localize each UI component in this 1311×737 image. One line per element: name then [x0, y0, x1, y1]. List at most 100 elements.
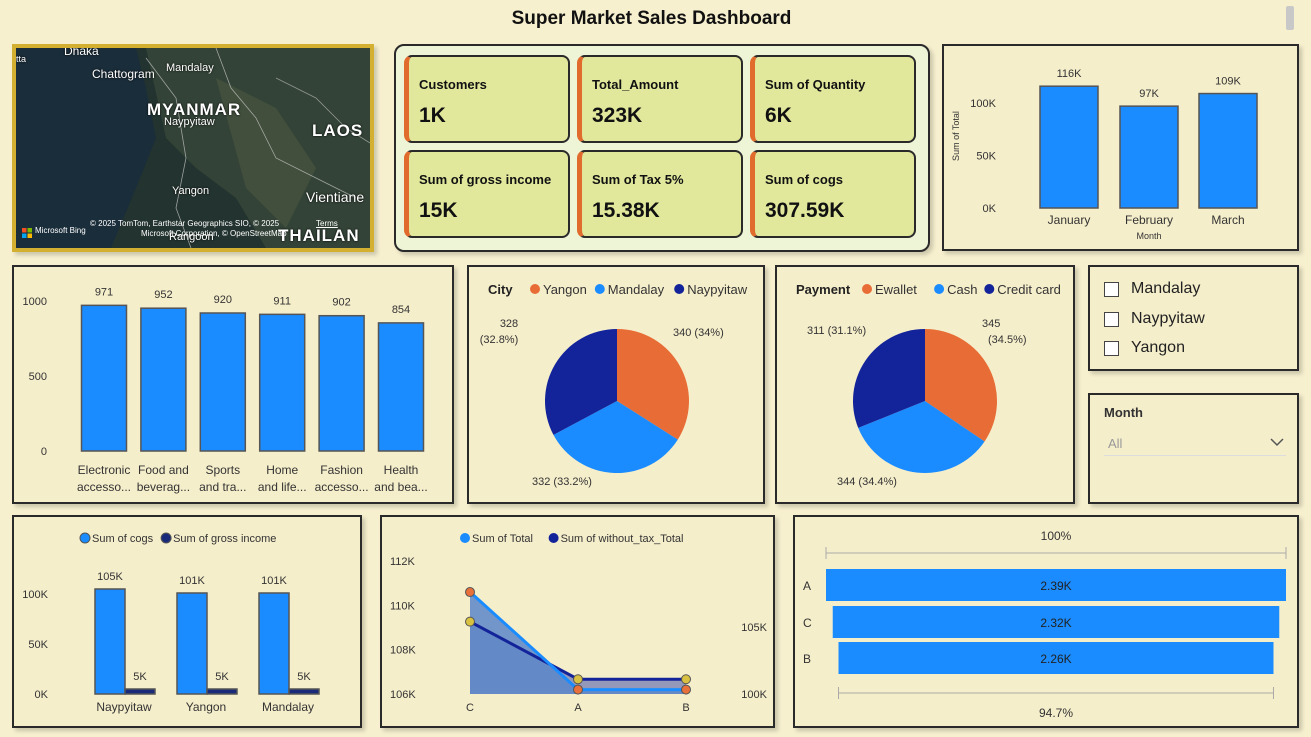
- kpi-card-panel: Customers 1K Total_Amount 323K Sum of Qu…: [394, 44, 930, 252]
- data-label: 5K: [297, 671, 311, 683]
- legend-label: Sum of without_tax_Total: [561, 533, 684, 545]
- payment-pie-chart: Payment Ewallet Cash Credit card 345 (34.5%) 3…: [796, 282, 1061, 488]
- funnel-bottom-label: 94.7%: [1039, 706, 1073, 720]
- x-tick-label: Fashion: [320, 463, 363, 477]
- data-label: 105K: [97, 571, 123, 583]
- y2-tick-label: 100K: [741, 689, 767, 701]
- legend-marker: [460, 533, 470, 543]
- month-bar-chart: 0K 50K 100K Sum of Total 116K January 97K Febru…: [951, 68, 1258, 241]
- y-axis-title: Sum of Total: [951, 111, 961, 161]
- legend-marker: [934, 284, 945, 294]
- data-label: 2.39K: [1040, 579, 1071, 593]
- microsoft-logo-icon: [22, 225, 32, 238]
- x-tick-label: Mandalay: [262, 700, 314, 714]
- data-label: 920: [214, 294, 232, 306]
- kpi-card-total-amount[interactable]: Total_Amount 323K: [577, 55, 743, 143]
- data-point: [465, 616, 475, 627]
- data-label: 97K: [1139, 88, 1159, 100]
- map-label-laos: LAOS: [312, 121, 364, 140]
- cogs-bar-chart-panel[interactable]: 0K 50K 100K Sum of cogs Sum of gross income 1…: [12, 515, 362, 728]
- x-tick-label: accesso...: [315, 480, 369, 494]
- kpi-card-quantity[interactable]: Sum of Quantity 6K: [750, 55, 916, 143]
- data-label: 911: [273, 295, 291, 307]
- map-label-mandalay: Mandalay: [166, 62, 214, 74]
- checkbox[interactable]: [1104, 340, 1119, 356]
- kpi-label: Sum of gross income: [419, 172, 552, 187]
- data-label: 101K: [261, 575, 287, 587]
- product-bar-chart-panel[interactable]: 0 500 1000 971 Electronic accesso... 952 Food a…: [12, 265, 454, 504]
- legend-marker: [79, 532, 91, 544]
- x-tick-label: Naypyitaw: [96, 700, 152, 714]
- legend-title: Payment: [796, 282, 851, 297]
- legend-marker: [862, 284, 872, 294]
- legend-label: Sum of Total: [472, 533, 533, 545]
- kpi-card-tax[interactable]: Sum of Tax 5% 15.38K: [577, 150, 743, 238]
- x-tick-label: A: [574, 702, 582, 714]
- month-bar-chart-panel[interactable]: 0K 50K 100K Sum of Total 116K January 97K Febru…: [942, 44, 1299, 251]
- legend-label: Ewallet: [875, 282, 917, 297]
- data-label: 854: [392, 304, 410, 316]
- y-tick-label: 106K: [390, 689, 416, 701]
- data-label: 101K: [179, 575, 205, 587]
- funnel-top-label: 100%: [1041, 529, 1072, 543]
- data-label: 332 (33.2%): [532, 476, 592, 488]
- x-tick-label: Yangon: [186, 700, 226, 714]
- kpi-value: 307.59K: [765, 199, 845, 222]
- checkbox[interactable]: [1104, 281, 1119, 297]
- legend-marker: [160, 532, 172, 544]
- kpi-card-gross-income[interactable]: Sum of gross income 15K: [404, 150, 570, 238]
- x-tick-label: February: [1125, 213, 1173, 227]
- payment-pie-chart-panel[interactable]: Payment Ewallet Cash Credit card 345 (34.5%) 3…: [775, 265, 1075, 504]
- bar: [94, 588, 126, 695]
- x-tick-label: Health: [384, 463, 419, 477]
- legend-marker: [984, 284, 995, 294]
- x-tick-label: Home: [266, 463, 298, 477]
- legend-label: Cash: [947, 282, 977, 297]
- legend-marker: [530, 284, 540, 294]
- map-brand: Microsoft Bing: [35, 226, 86, 235]
- legend-label: Naypyitaw: [687, 282, 748, 297]
- bar: [140, 307, 187, 452]
- bar: [80, 304, 128, 452]
- data-label: 971: [95, 286, 113, 298]
- y-tick-label: 50K: [976, 151, 996, 163]
- legend-label: Sum of cogs: [92, 533, 154, 545]
- kpi-label: Total_Amount: [592, 77, 679, 92]
- scrollbar-thumb[interactable]: [1286, 6, 1294, 30]
- data-label: 5K: [215, 671, 229, 683]
- map-visual[interactable]: Dhaka Chattogram Mandalay MYANMAR Naypyi…: [12, 44, 374, 252]
- kpi-label: Sum of Quantity: [765, 77, 866, 92]
- bar: [288, 688, 320, 695]
- kpi-card-customers[interactable]: Customers 1K: [404, 55, 570, 143]
- y-tick-label: 0: [41, 446, 47, 458]
- map-terms-link[interactable]: Terms: [316, 219, 338, 228]
- area-chart-panel[interactable]: 106K 108K 110K 112K 100K 105K Sum of Total Sum …: [380, 515, 775, 728]
- y-tick-label: 110K: [390, 600, 416, 612]
- data-label: 116K: [1057, 68, 1083, 80]
- data-point: [465, 587, 475, 598]
- map-attribution: © 2025 TomTom, Earthstar Geographics SIO…: [90, 219, 280, 228]
- kpi-label: Sum of Tax 5%: [592, 172, 684, 187]
- kpi-value: 323K: [592, 104, 643, 127]
- slicer-option-yangon[interactable]: Yangon: [1104, 339, 1185, 357]
- y-tick-label: 108K: [390, 645, 416, 657]
- legend-label: Mandalay: [608, 282, 665, 297]
- checkbox[interactable]: [1104, 311, 1119, 327]
- x-axis-title: Month: [1136, 231, 1161, 241]
- city-pie-chart-panel[interactable]: City Yangon Mandalay Naypyitaw 340 (34%) 332 …: [467, 265, 765, 504]
- category-label: B: [803, 652, 811, 666]
- cogs-bar-chart: 0K 50K 100K Sum of cogs Sum of gross income 1…: [22, 532, 320, 714]
- slicer-option-naypyitaw[interactable]: Naypyitaw: [1104, 310, 1205, 328]
- data-point: [681, 684, 691, 695]
- bar: [206, 688, 238, 695]
- area-chart: 106K 108K 110K 112K 100K 105K Sum of Total Sum …: [390, 533, 768, 714]
- y-tick-label: 112K: [390, 556, 416, 568]
- funnel-chart-panel[interactable]: 100% 2.39K A 2.32K C 2.26K B 94.7%: [793, 515, 1299, 728]
- x-tick-label: January: [1048, 213, 1091, 227]
- x-tick-label: Food and: [138, 463, 189, 477]
- map-attribution-2: Microsoft Corporation, © OpenStreetMap: [141, 229, 287, 238]
- slicer-option-mandalay[interactable]: Mandalay: [1104, 280, 1200, 298]
- data-label: 952: [154, 289, 172, 301]
- month-dropdown[interactable]: All: [1104, 429, 1286, 456]
- kpi-card-cogs[interactable]: Sum of cogs 307.59K: [750, 150, 916, 238]
